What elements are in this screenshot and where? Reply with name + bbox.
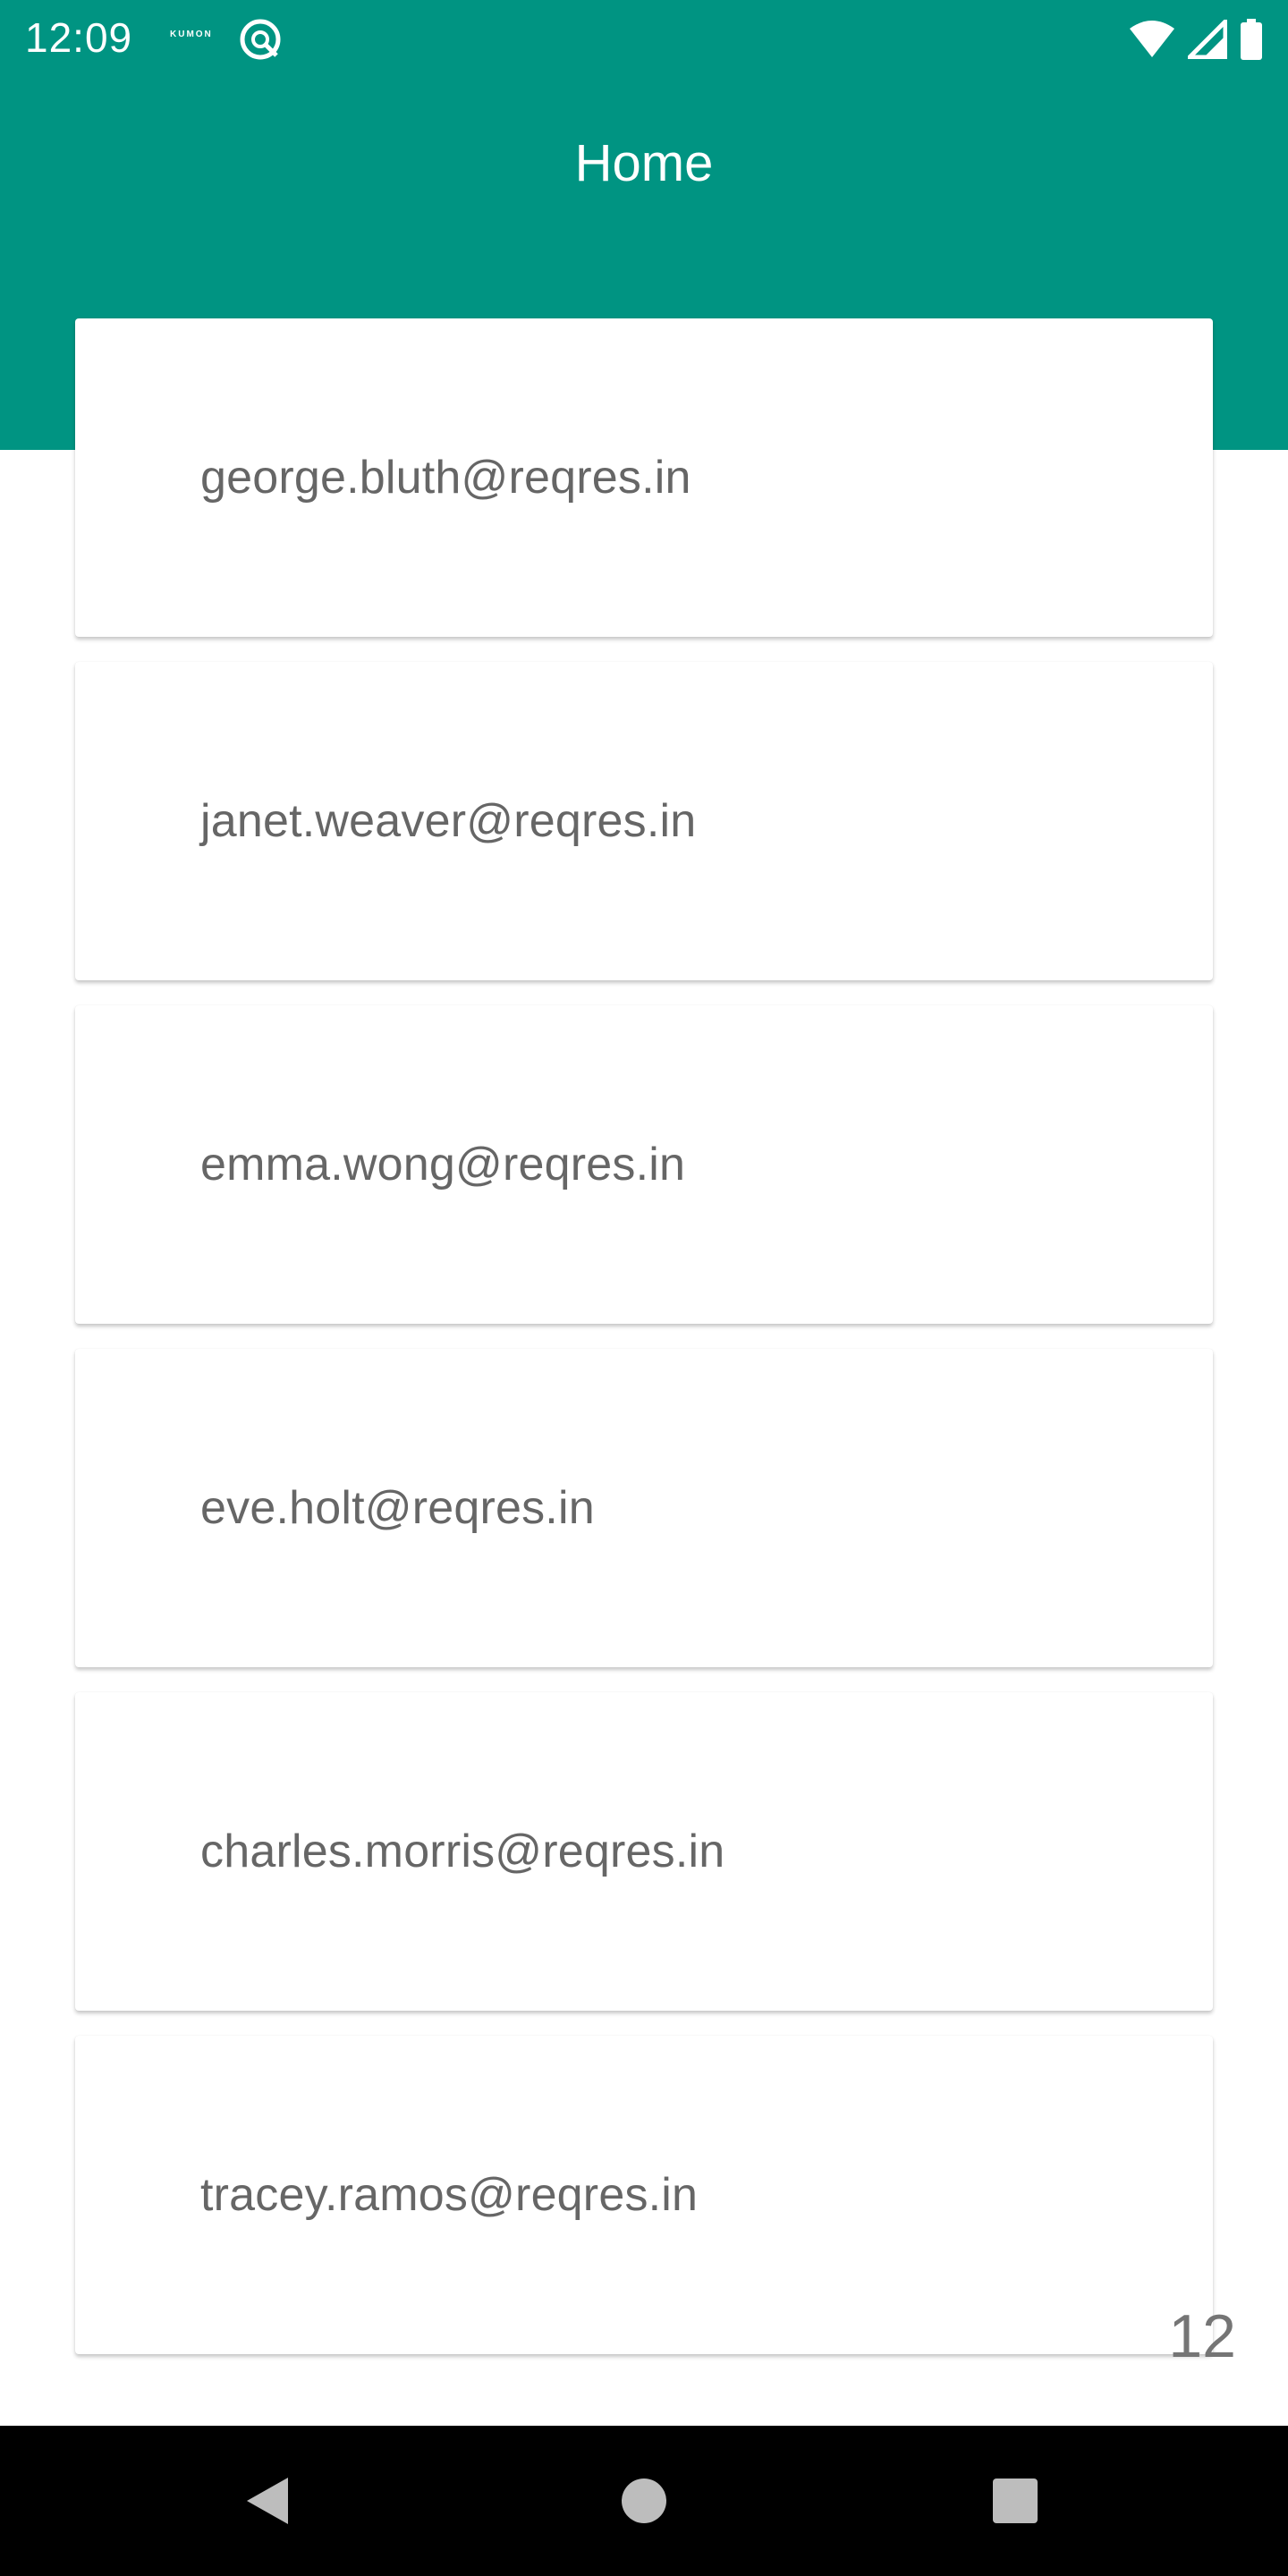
email-list[interactable]: george.bluth@reqres.in janet.weaver@reqr… [75,318,1213,2379]
recents-icon [993,2479,1038,2523]
list-item[interactable]: george.bluth@reqres.in [75,318,1213,637]
email-label: emma.wong@reqres.in [200,1139,686,1191]
email-label: tracey.ramos@reqres.in [200,2169,699,2221]
list-item[interactable]: tracey.ramos@reqres.in [75,2036,1213,2354]
back-icon [247,2478,288,2524]
home-icon [622,2479,666,2523]
list-item[interactable]: emma.wong@reqres.in [75,1005,1213,1324]
navigation-bar [0,2426,1288,2576]
home-screen: 12:09 KUMON Home george.bluth@reqres.in … [0,0,1288,2576]
list-item[interactable]: eve.holt@reqres.in [75,1349,1213,1667]
item-count: 12 [1168,2302,1236,2370]
kumon-notification-icon: KUMON [170,30,213,39]
email-label: janet.weaver@reqres.in [200,795,697,847]
email-label: george.bluth@reqres.in [200,452,691,504]
back-button[interactable] [215,2426,322,2576]
status-time: 12:09 [25,14,133,61]
recents-button[interactable] [962,2426,1069,2576]
status-icons [1129,16,1263,63]
email-label: charles.morris@reqres.in [200,1826,725,1877]
email-label: eve.holt@reqres.in [200,1482,595,1534]
page-title: Home [574,134,714,192]
cellular-signal-icon [1188,20,1227,59]
reader-app-icon [240,19,281,60]
wifi-icon [1130,21,1174,57]
status-bar: 12:09 KUMON [0,0,1288,75]
list-item[interactable]: charles.morris@reqres.in [75,1692,1213,2011]
battery-icon [1241,19,1262,60]
list-item[interactable]: janet.weaver@reqres.in [75,662,1213,980]
home-button[interactable] [590,2426,698,2576]
